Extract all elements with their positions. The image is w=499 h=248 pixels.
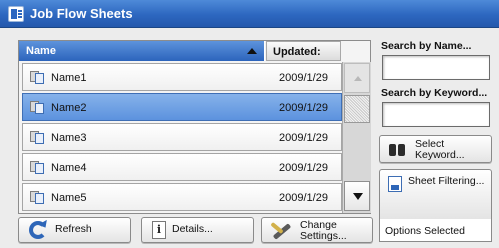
details-button[interactable]: i Details... (141, 217, 254, 243)
info-icon: i (152, 221, 166, 239)
document-icon (30, 101, 46, 114)
scroll-thumb[interactable] (344, 95, 370, 123)
sheet-filtering-label: Sheet Filtering... (408, 175, 485, 187)
scroll-down-button[interactable] (344, 181, 370, 211)
list-header: Name Updated: (19, 41, 370, 61)
row-updated: 2009/1/29 (279, 102, 328, 114)
sheet-filtering-button[interactable]: Sheet Filtering... (379, 169, 492, 220)
document-icon (30, 131, 46, 144)
filter-sheet-icon (388, 176, 402, 192)
list-row[interactable]: Name3 2009/1/29 (22, 123, 342, 151)
binoculars-icon (388, 141, 406, 159)
document-icon (30, 191, 46, 204)
list-row[interactable]: Name5 2009/1/29 (22, 183, 342, 211)
change-settings-label-2: Settings... (300, 230, 347, 242)
row-updated: 2009/1/29 (279, 72, 328, 84)
job-flow-icon (8, 6, 24, 22)
main-panel: Name Updated: Name1 2009/1/29 Name2 2009… (0, 28, 499, 248)
row-name: Name4 (51, 162, 87, 174)
search-by-name-input[interactable] (382, 55, 490, 80)
column-header-name-label: Name (26, 45, 56, 57)
search-by-keyword-label: Search by Keyword... (381, 87, 488, 99)
select-keyword-label-2: Keyword... (415, 149, 465, 161)
list-row-selected[interactable]: Name2 2009/1/29 (22, 93, 342, 121)
column-header-updated[interactable]: Updated: (266, 41, 341, 61)
row-updated: 2009/1/29 (279, 192, 328, 204)
row-updated: 2009/1/29 (279, 162, 328, 174)
details-label: Details... (172, 223, 213, 235)
title-bar: Job Flow Sheets (0, 0, 499, 28)
list-scrollbar[interactable] (342, 62, 371, 213)
list-row[interactable]: Name1 2009/1/29 (22, 63, 342, 91)
sort-ascending-icon (247, 48, 257, 54)
wrench-icon (270, 220, 294, 242)
change-settings-button[interactable]: Change Settings... (261, 217, 373, 243)
window-title: Job Flow Sheets (30, 6, 133, 21)
refresh-label: Refresh (55, 223, 92, 235)
scroll-up-button[interactable] (344, 63, 370, 93)
search-by-name-label: Search by Name... (381, 40, 472, 52)
job-flow-list: Name Updated: Name1 2009/1/29 Name2 2009… (18, 40, 371, 214)
refresh-button[interactable]: Refresh (18, 217, 131, 243)
select-keyword-button[interactable]: Select Keyword... (379, 135, 492, 163)
row-name: Name5 (51, 192, 87, 204)
row-name: Name3 (51, 132, 87, 144)
list-row[interactable]: Name4 2009/1/29 (22, 153, 342, 181)
row-name: Name2 (51, 102, 87, 114)
column-header-updated-label: Updated: (273, 46, 321, 58)
options-selected-status: Options Selected (379, 219, 492, 242)
document-icon (30, 161, 46, 174)
refresh-icon (29, 221, 47, 239)
document-icon (30, 71, 46, 84)
row-updated: 2009/1/29 (279, 132, 328, 144)
search-by-keyword-input[interactable] (382, 102, 490, 127)
row-name: Name1 (51, 72, 87, 84)
list-rows: Name1 2009/1/29 Name2 2009/1/29 Name3 20… (22, 63, 342, 213)
column-header-name[interactable]: Name (19, 41, 265, 61)
